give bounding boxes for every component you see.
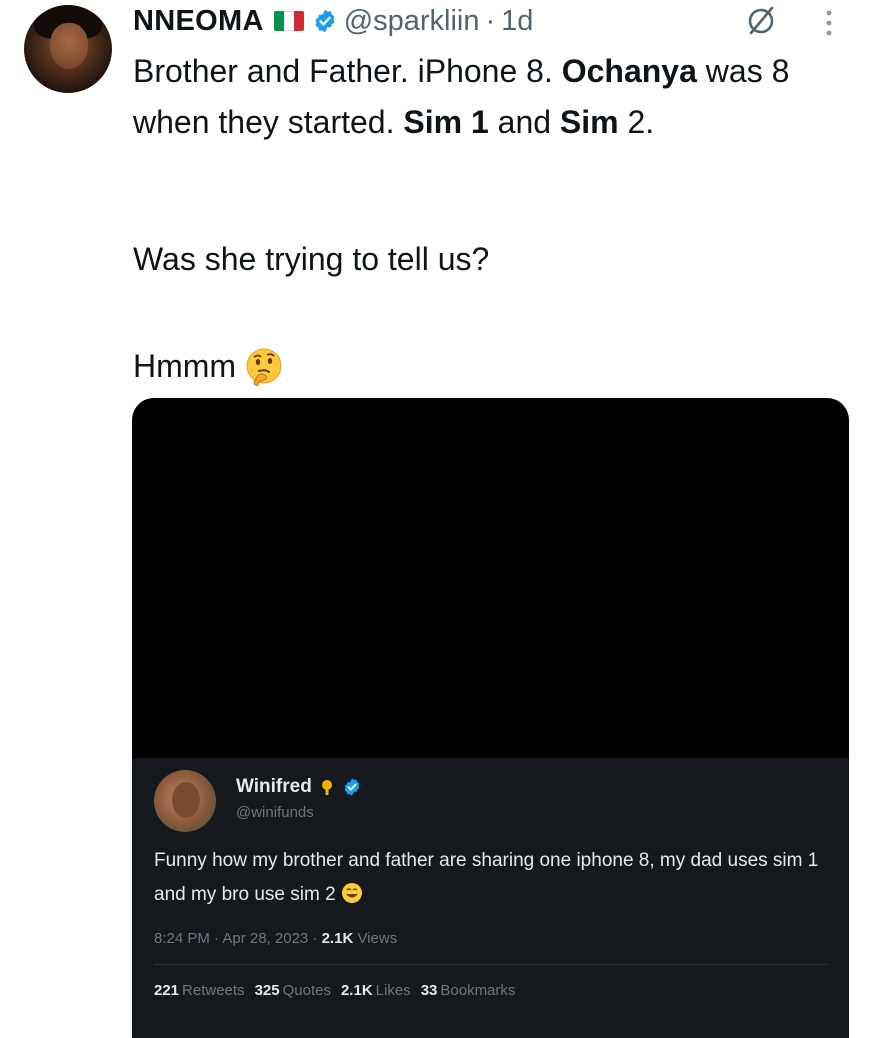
embedded-views-label: Views (353, 930, 398, 947)
author-avatar[interactable] (24, 5, 112, 93)
italy-flag-icon (273, 11, 304, 31)
tweet-paragraph-3: Hmmm (133, 346, 284, 386)
embedded-handle: @winifunds (236, 804, 314, 821)
more-vertical-icon[interactable] (822, 8, 836, 38)
embedded-timestamp: 8:24 PM · Apr 28, 2023 · (154, 930, 322, 947)
tweet-paragraph-1: Brother and Father. iPhone 8. Ochanya wa… (133, 53, 790, 140)
tweet-media-image[interactable]: Winifred @winifunds Funny how my brother… (132, 398, 849, 1038)
embedded-stats: 221 Retweets 325 Quotes 2.1K Likes 33 Bookma… (154, 982, 515, 999)
sun-icon (321, 780, 332, 795)
avatar-face (50, 23, 88, 69)
embedded-views-count: 2.1K (321, 930, 354, 947)
verified-badge-icon (312, 8, 338, 34)
grinning-sweat-emoji (341, 883, 362, 903)
author-handle[interactable]: @sparkliin (344, 5, 480, 38)
tweet-time[interactable]: 1d (501, 5, 533, 38)
embedded-divider (154, 964, 827, 965)
embedded-avatar (154, 770, 216, 832)
stat-likes: 2.1K Likes (340, 982, 411, 999)
embedded-name: Winifred (236, 776, 312, 797)
tweet-header: NNEOMA @sparkliin · 1d (133, 2, 533, 40)
embedded-name-row: Winifred (236, 776, 362, 798)
header-separator: · (485, 4, 496, 37)
embedded-tweet-card: Winifred @winifunds Funny how my brother… (132, 758, 849, 1038)
stat-retweets: 221 Retweets (154, 982, 245, 999)
author-name[interactable]: NNEOMA (133, 5, 264, 38)
tweet-paragraph-2: Was she trying to tell us? (133, 241, 490, 277)
stat-quotes: 325 Quotes (254, 982, 331, 999)
embedded-text: Funny how my brother and father are shar… (154, 850, 819, 905)
stat-bookmarks: 33 Bookmarks (420, 982, 516, 999)
thinking-face-emoji (246, 348, 282, 386)
verified-badge-icon (344, 778, 360, 796)
grok-icon[interactable] (744, 4, 778, 38)
embedded-meta: 8:24 PM · Apr 28, 2023 · 2.1K Views (154, 930, 397, 947)
